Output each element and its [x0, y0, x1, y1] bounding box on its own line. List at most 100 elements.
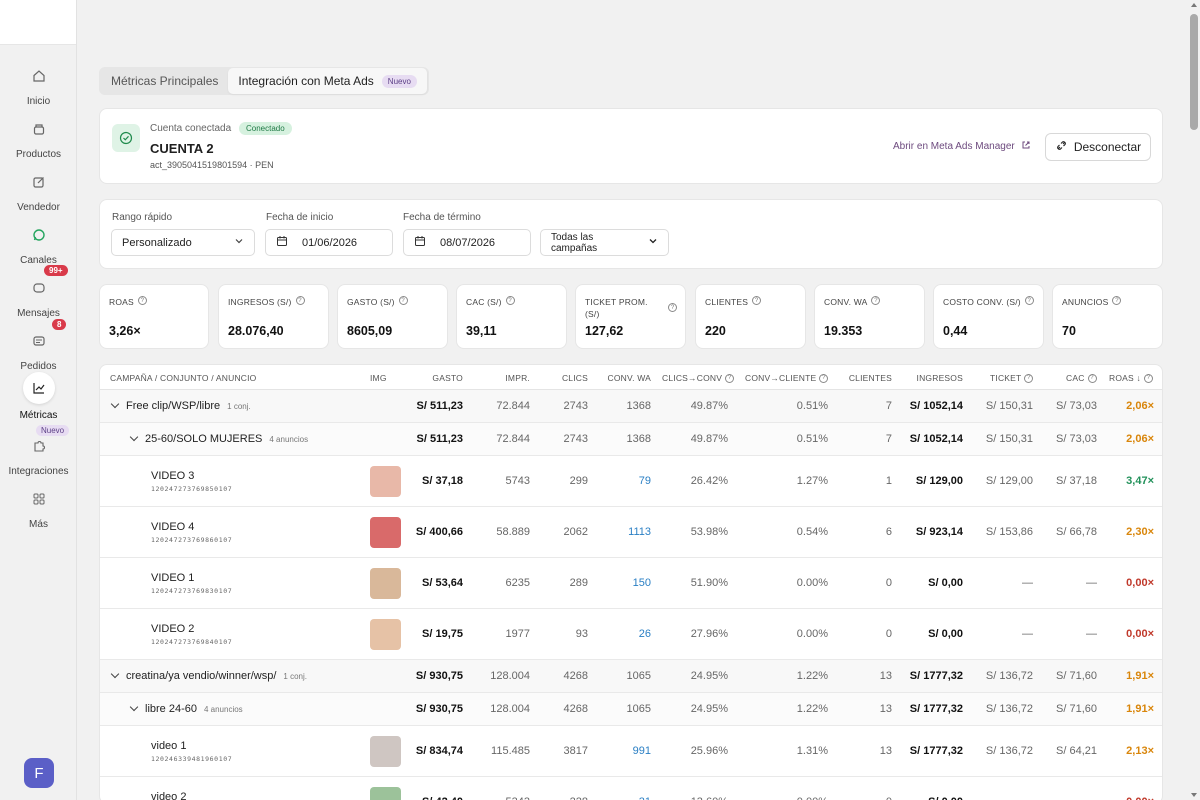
- chevron-down-icon[interactable]: [110, 669, 120, 679]
- ad-thumbnail[interactable]: [370, 736, 401, 767]
- start-date-input[interactable]: 01/06/2026: [265, 229, 393, 256]
- row-name: creatina/ya vendio/winner/wsp/: [126, 670, 277, 682]
- kpi-value: 0,44: [943, 324, 968, 338]
- chevron-down-icon[interactable]: [129, 702, 139, 712]
- disconnect-label: Desconectar: [1073, 140, 1142, 154]
- page-scrollbar[interactable]: [1188, 0, 1200, 800]
- col-header-conv-cliente[interactable]: CONV→CLIENTE?: [745, 373, 829, 383]
- row-name-cell[interactable]: creatina/ya vendio/winner/wsp/1 conj.: [110, 669, 307, 682]
- help-icon[interactable]: ?: [1024, 296, 1034, 305]
- ad-row[interactable]: VIDEO 3 120247273769850107 S/ 37,18 5743 299…: [100, 456, 1162, 507]
- row-name-cell[interactable]: 25-60/SOLO MUJERES 4 anuncios: [129, 432, 308, 445]
- external-link-icon: [1021, 140, 1031, 153]
- ad-row[interactable]: VIDEO 2 120247273769840107 S/ 19,75 1977 93 2…: [100, 609, 1162, 660]
- sidebar-item-metricas[interactable]: Métricas: [0, 372, 77, 421]
- ad-row[interactable]: VIDEO 1 120247273769830107 S/ 53,64 6235 289…: [100, 558, 1162, 609]
- ad-thumbnail[interactable]: [370, 787, 401, 800]
- cell-clics-conv: 27.96%: [690, 628, 728, 640]
- scroll-up-arrow-icon[interactable]: [1191, 3, 1197, 7]
- kpi-label: ANUNCIOS: [1062, 297, 1109, 307]
- col-header-conv-wa[interactable]: CONV. WA: [608, 373, 651, 383]
- ad-row[interactable]: video 1 120246339481960107 S/ 834,74 115.48…: [100, 726, 1162, 777]
- col-header-gasto[interactable]: GASTO: [432, 373, 463, 383]
- ad-thumbnail[interactable]: [370, 466, 401, 497]
- help-icon[interactable]: ?: [295, 296, 305, 305]
- end-date-input[interactable]: 08/07/2026: [403, 229, 531, 256]
- help-icon[interactable]: ?: [1143, 373, 1153, 383]
- cell-gasto: S/ 511,23: [416, 433, 464, 445]
- cell-roas: 0,00×: [1126, 628, 1154, 640]
- home-icon: [25, 62, 53, 90]
- scroll-down-arrow-icon[interactable]: [1191, 793, 1197, 797]
- cell-clientes: 6: [885, 526, 892, 538]
- ad-name: VIDEO 2: [151, 623, 195, 635]
- campaign-row[interactable]: Free clip/WSP/libre 1 conj. S/ 511,23 72.84…: [100, 390, 1162, 423]
- disconnect-button[interactable]: Desconectar: [1045, 133, 1151, 161]
- sidebar-item-productos[interactable]: Productos: [0, 115, 77, 160]
- cell-ingresos: S/ 0,00: [928, 796, 963, 800]
- ad-row[interactable]: video 2 S/ 42,40 5343 228 31 13.60% 0.00% 0 S/ 0…: [100, 777, 1162, 800]
- row-name-cell[interactable]: libre 24-60 4 anuncios: [129, 702, 243, 715]
- col-header-clientes[interactable]: CLIENTES: [849, 373, 892, 383]
- connected-account-card: Cuenta conectada Conectado CUENTA 2 act_…: [99, 108, 1163, 184]
- help-icon[interactable]: ?: [398, 296, 408, 305]
- sidebar-item-vendedor[interactable]: Vendedor: [0, 168, 77, 213]
- user-avatar[interactable]: F: [24, 758, 54, 788]
- cell-ticket: S/ 153,86: [985, 526, 1033, 538]
- col-header-clics[interactable]: CLICS: [562, 373, 588, 383]
- kpi-label: CONV. WA: [824, 297, 868, 307]
- scroll-thumb[interactable]: [1190, 14, 1198, 130]
- open-meta-ads-link[interactable]: Abrir en Meta Ads Manager: [893, 140, 1031, 153]
- sidebar-item-canales[interactable]: Canales: [0, 221, 77, 266]
- sidebar-item-pedidos[interactable]: Pedidos: [0, 327, 77, 372]
- ad-thumbnail[interactable]: [370, 517, 401, 548]
- help-icon[interactable]: ?: [819, 373, 829, 383]
- col-header-campana[interactable]: CAMPAÑA / CONJUNTO / ANUNCIO: [110, 373, 257, 383]
- help-icon[interactable]: ?: [725, 373, 735, 383]
- kpi-card-anuncios: ANUNCIOS? 70: [1052, 284, 1163, 349]
- help-icon[interactable]: ?: [1024, 373, 1034, 383]
- cell-ticket: S/ 136,72: [985, 745, 1033, 757]
- cell-ticket: —: [1022, 796, 1033, 800]
- help-icon[interactable]: ?: [668, 303, 677, 312]
- help-icon[interactable]: ?: [137, 296, 147, 305]
- tab-meta-ads[interactable]: Integración con Meta Ads Nuevo: [228, 68, 427, 94]
- help-icon[interactable]: ?: [1112, 296, 1122, 305]
- adset-row[interactable]: libre 24-60 4 anuncios S/ 930,75 128.004 426…: [100, 693, 1162, 726]
- col-header-label: ROAS ↓: [1109, 373, 1141, 383]
- col-header-ingresos[interactable]: INGRESOS: [917, 373, 963, 383]
- help-icon[interactable]: ?: [871, 296, 881, 305]
- help-icon[interactable]: ?: [1087, 373, 1097, 383]
- col-header-impr[interactable]: IMPR.: [505, 373, 530, 383]
- cell-ticket: —: [1022, 577, 1033, 589]
- range-select[interactable]: Personalizado: [111, 229, 255, 256]
- row-name-cell: VIDEO 2 120247273769840107: [151, 623, 232, 646]
- ad-thumbnail[interactable]: [370, 568, 401, 599]
- row-name-cell[interactable]: Free clip/WSP/libre 1 conj.: [110, 399, 251, 412]
- sidebar-item-mas[interactable]: Más: [0, 485, 77, 530]
- adset-row[interactable]: 25-60/SOLO MUJERES 4 anuncios S/ 511,23 72.…: [100, 423, 1162, 456]
- cell-clics-conv: 53.98%: [690, 526, 728, 538]
- unlink-icon: [1055, 139, 1068, 155]
- col-header-ticket[interactable]: TICKET?: [990, 373, 1034, 383]
- calendar-icon: [276, 235, 288, 250]
- help-icon[interactable]: ?: [752, 296, 762, 305]
- sidebar-item-inicio[interactable]: Inicio: [0, 62, 77, 107]
- cell-clientes: 7: [885, 400, 892, 412]
- chevron-down-icon[interactable]: [129, 432, 139, 442]
- col-header-clics-conv[interactable]: CLICS→CONV?: [662, 373, 735, 383]
- campaigns-select[interactable]: Todas las campañas: [540, 229, 669, 256]
- col-header-cac[interactable]: CAC?: [1066, 373, 1097, 383]
- col-header-roas[interactable]: ROAS ↓?: [1109, 373, 1153, 383]
- sidebar-item-mensajes[interactable]: Mensajes: [0, 274, 77, 319]
- tab-metricas-principales[interactable]: Métricas Principales: [101, 68, 228, 94]
- campaign-row[interactable]: creatina/ya vendio/winner/wsp/1 conj. S/ …: [100, 660, 1162, 693]
- ad-row[interactable]: VIDEO 4 120247273769860107 S/ 400,66 58.889…: [100, 507, 1162, 558]
- chevron-down-icon[interactable]: [110, 399, 120, 409]
- help-icon[interactable]: ?: [505, 296, 515, 305]
- col-header-label: CLICS→CONV: [662, 373, 723, 383]
- cell-conv-cliente: 1.31%: [796, 745, 828, 757]
- sidebar-item-integraciones[interactable]: Integraciones: [0, 432, 77, 477]
- ad-thumbnail[interactable]: [370, 619, 401, 650]
- kpi-label: TICKET PROM. (S/): [585, 297, 648, 319]
